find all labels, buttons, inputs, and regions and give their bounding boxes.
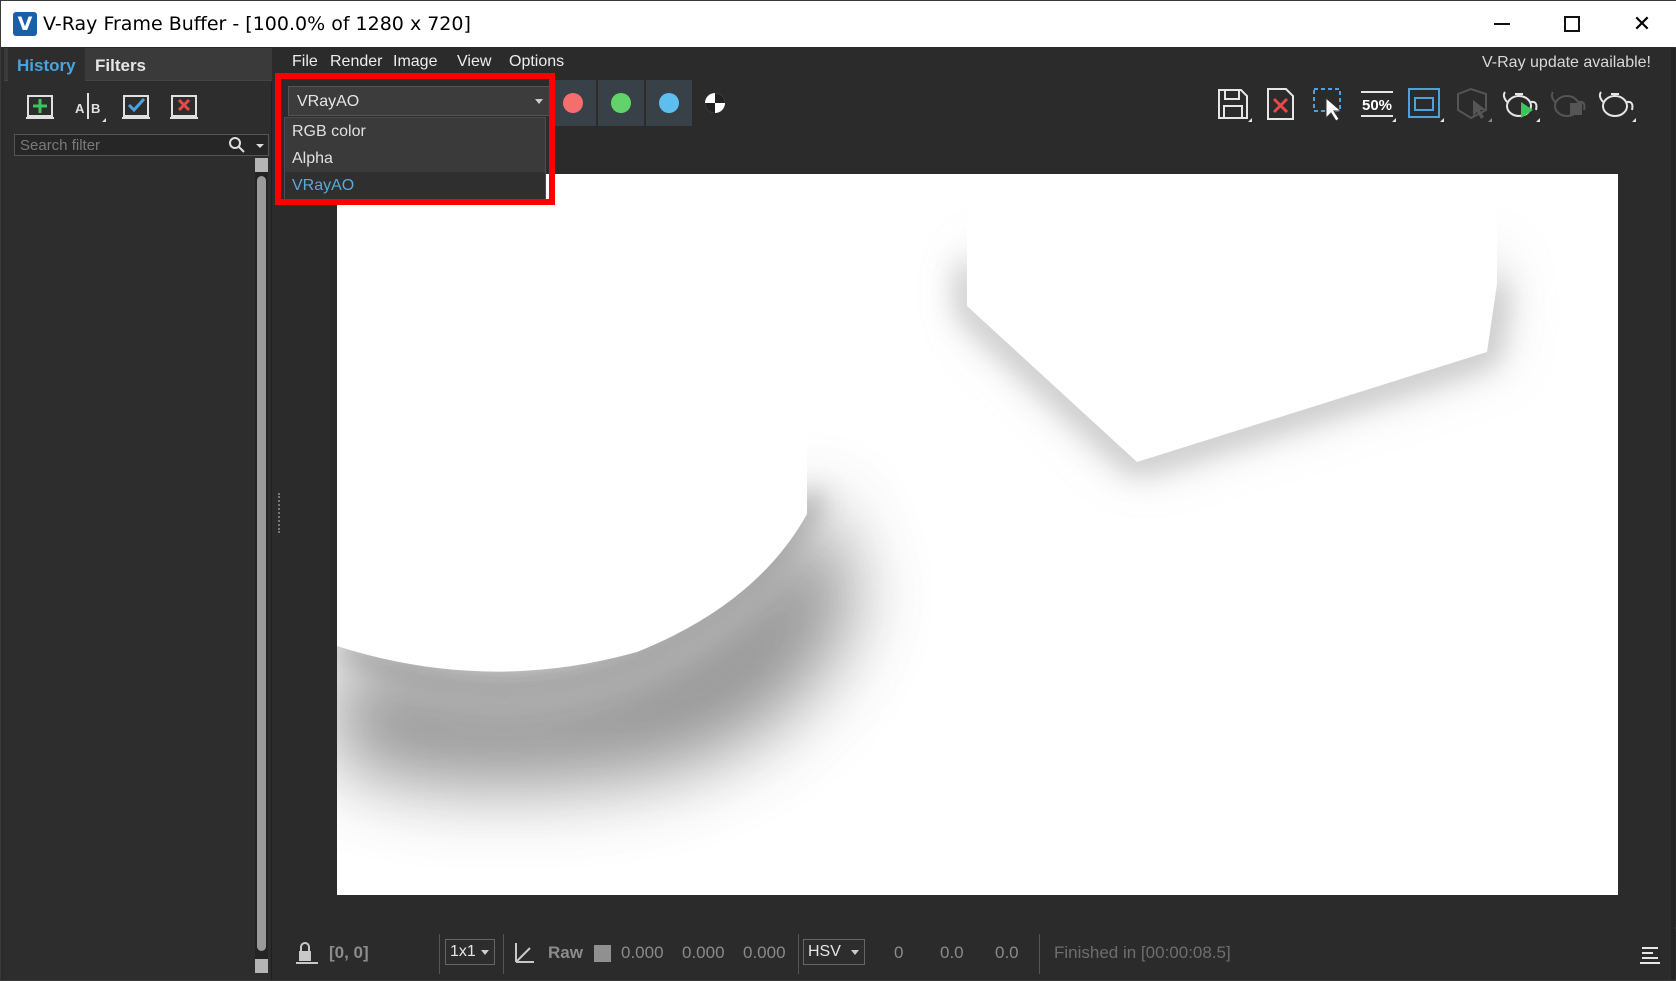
panel-tabs: History Filters — [4, 48, 272, 81]
menu-view[interactable]: View — [457, 53, 491, 71]
blue-channel-button[interactable] — [646, 80, 692, 126]
tab-history[interactable]: History — [8, 48, 85, 81]
scroll-up-arrow-icon[interactable] — [255, 158, 268, 172]
clear-image-button[interactable] — [1261, 84, 1301, 124]
title-bar: V V-Ray Frame Buffer - [100.0% of 1280 x… — [1, 1, 1676, 47]
load-history-icon — [122, 95, 150, 119]
clear-history-button[interactable] — [166, 88, 202, 124]
region-render-button[interactable] — [1309, 84, 1349, 124]
lock-coordinates-icon[interactable] — [296, 941, 318, 965]
saturation-value: 0.0 — [940, 943, 964, 962]
maximize-button[interactable] — [1537, 1, 1607, 47]
pixel-g-value: 0.000 — [682, 943, 725, 962]
pixel-coordinates: [0, 0] — [329, 943, 369, 962]
sample-size-value: 1x1 — [450, 943, 476, 960]
save-to-history-icon — [26, 95, 54, 119]
red-channel-button[interactable] — [550, 80, 596, 126]
search-filter-box — [14, 134, 269, 156]
tab-filters[interactable]: Filters — [86, 48, 155, 81]
vrayao-render-canvas — [337, 174, 1618, 895]
green-channel-button[interactable] — [598, 80, 644, 126]
chevron-down-icon — [481, 950, 489, 955]
status-divider — [798, 934, 799, 974]
render-interactive-icon — [1598, 91, 1636, 122]
blue-channel-icon — [659, 93, 679, 113]
status-divider — [503, 934, 504, 974]
clear-history-icon — [170, 95, 198, 119]
color-picker-angle-icon[interactable] — [512, 941, 536, 965]
rendered-image[interactable] — [337, 174, 1618, 895]
annotation-highlight-box — [275, 73, 555, 205]
save-to-history-button[interactable] — [22, 88, 58, 124]
render-interactive-button[interactable] — [1597, 84, 1637, 124]
value-value: 0.0 — [995, 943, 1019, 962]
vray-logo-icon: V — [13, 12, 37, 36]
pixel-b-value: 0.000 — [743, 943, 786, 962]
history-panel: History Filters A B — [4, 48, 272, 980]
menu-file[interactable]: File — [292, 53, 318, 71]
red-channel-icon — [563, 93, 583, 113]
svg-text:B: B — [91, 101, 100, 116]
render-region-frame-icon — [1408, 88, 1444, 122]
zoom-50-icon: 50% — [1361, 91, 1396, 122]
vray-frame-buffer-window: V V-Ray Frame Buffer - [100.0% of 1280 x… — [0, 0, 1676, 981]
sample-size-select[interactable]: 1x1 — [445, 939, 495, 965]
render-button[interactable] — [1501, 84, 1541, 124]
close-button[interactable]: ✕ — [1607, 1, 1676, 47]
track-mouse-icon — [1457, 87, 1492, 122]
pixel-color-swatch — [594, 945, 611, 962]
search-options-chevron-icon[interactable] — [253, 136, 267, 154]
clear-image-icon — [1267, 88, 1294, 120]
minimize-icon — [1494, 23, 1510, 25]
monochrome-icon — [705, 93, 725, 113]
region-render-icon — [1313, 88, 1343, 122]
scrollbar-thumb[interactable] — [257, 176, 266, 951]
render-log-icon[interactable] — [1639, 943, 1661, 965]
history-toolbar: A B — [4, 88, 272, 130]
close-icon: ✕ — [1632, 11, 1652, 37]
render-teapot-icon — [1502, 91, 1540, 122]
green-channel-icon — [611, 93, 631, 113]
svg-text:A: A — [75, 101, 85, 116]
zoom-50-button[interactable]: 50% — [1357, 84, 1397, 124]
window-title: V-Ray Frame Buffer - [100.0% of 1280 x 7… — [43, 13, 471, 35]
stop-render-icon — [1550, 91, 1586, 117]
ab-compare-button[interactable]: A B — [70, 88, 106, 124]
render-region-frame-button[interactable] — [1405, 84, 1445, 124]
color-mode-value: HSV — [808, 943, 841, 960]
ab-compare-icon: A B — [75, 93, 106, 122]
status-divider — [439, 934, 440, 974]
status-divider — [1039, 934, 1040, 974]
save-image-button[interactable] — [1213, 84, 1253, 124]
menu-render[interactable]: Render — [330, 53, 382, 71]
monochrome-button[interactable] — [704, 92, 726, 114]
menu-image[interactable]: Image — [393, 53, 437, 71]
scroll-down-arrow-icon[interactable] — [255, 959, 268, 973]
search-icon[interactable] — [227, 136, 247, 154]
color-mode-select[interactable]: HSV — [803, 939, 865, 965]
status-bar: [0, 0] 1x1 Raw 0.000 0.000 0.000 HSV 0 0… — [284, 929, 1676, 979]
raw-label[interactable]: Raw — [548, 943, 583, 963]
render-status-text: Finished in [00:00:08.5] — [1054, 943, 1231, 962]
update-notice[interactable]: V-Ray update available! — [1482, 54, 1651, 72]
pixel-r-value: 0.000 — [621, 943, 664, 962]
save-image-icon — [1218, 89, 1252, 122]
minimize-button[interactable] — [1467, 1, 1537, 47]
history-scrollbar[interactable] — [255, 158, 268, 973]
search-filter-input[interactable] — [15, 135, 220, 155]
splitter-grip-icon — [278, 493, 280, 533]
right-edge-border — [1671, 48, 1675, 980]
load-history-button[interactable] — [118, 88, 154, 124]
zoom-50-label: 50% — [1362, 97, 1392, 114]
chevron-down-icon — [851, 950, 859, 955]
track-mouse-button[interactable] — [1453, 84, 1493, 124]
stop-render-button[interactable] — [1549, 84, 1589, 124]
menu-options[interactable]: Options — [509, 53, 564, 71]
maximize-icon — [1564, 16, 1580, 32]
hue-value: 0 — [894, 943, 904, 962]
